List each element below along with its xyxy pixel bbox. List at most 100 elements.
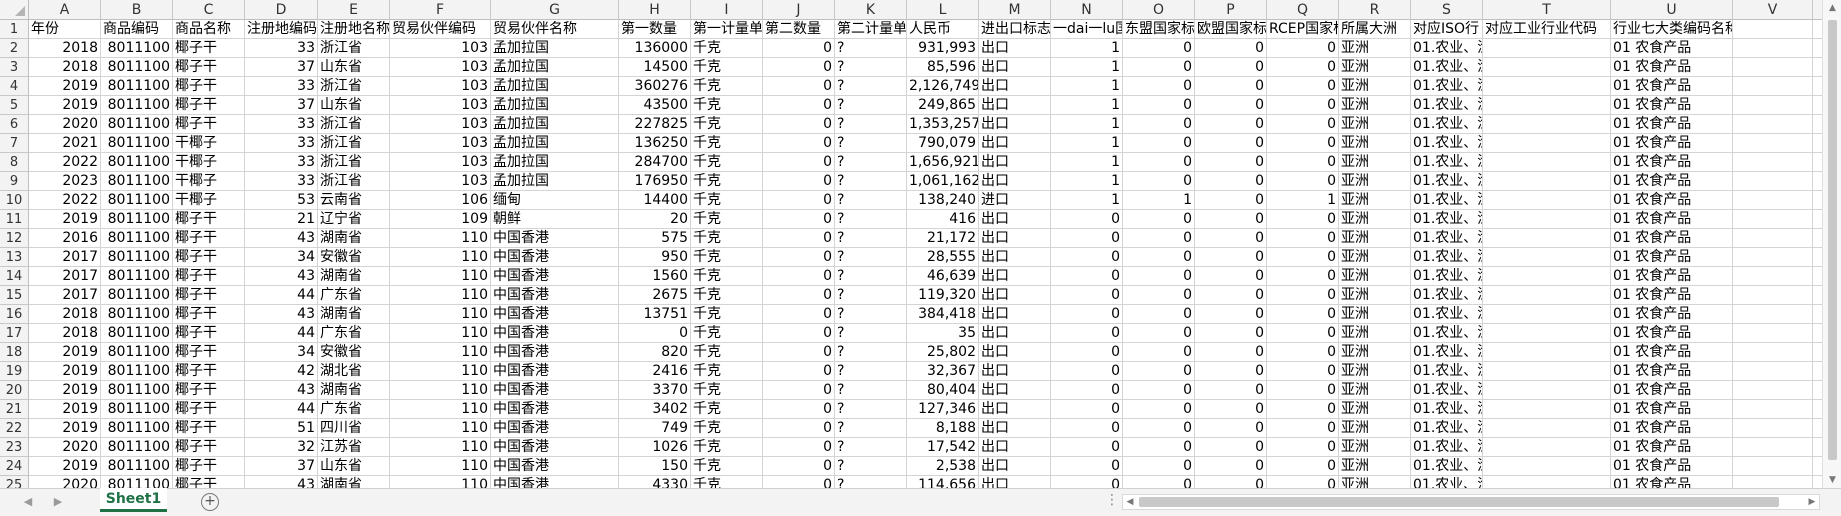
table-cell[interactable]: 2020 <box>29 438 101 457</box>
table-cell[interactable]: 0 <box>1195 191 1267 210</box>
table-cell[interactable]: 出口 <box>979 381 1051 400</box>
table-cell[interactable]: 0 <box>763 324 835 343</box>
table-cell[interactable]: 0 <box>1051 381 1123 400</box>
table-cell[interactable]: 椰子干 <box>173 39 245 58</box>
table-cell[interactable]: 亚洲 <box>1339 172 1411 191</box>
table-cell[interactable]: 出口 <box>979 438 1051 457</box>
table-cell[interactable] <box>1483 77 1611 96</box>
table-cell[interactable]: ? <box>835 400 907 419</box>
table-cell[interactable]: 孟加拉国 <box>491 134 619 153</box>
table-cell[interactable]: 椰子干 <box>173 305 245 324</box>
table-cell[interactable]: 790,079 <box>907 134 979 153</box>
table-cell[interactable]: 0 <box>1051 400 1123 419</box>
table-cell[interactable]: ? <box>835 305 907 324</box>
table-cell[interactable]: 江苏省 <box>318 438 390 457</box>
row-header[interactable]: 17 <box>0 324 29 343</box>
table-cell[interactable]: 0 <box>1123 248 1195 267</box>
table-cell[interactable] <box>1733 96 1813 115</box>
table-cell[interactable]: 01.农业、渔业 <box>1411 419 1483 438</box>
table-cell[interactable]: 35 <box>907 324 979 343</box>
table-cell[interactable]: 28,555 <box>907 248 979 267</box>
table-cell[interactable]: 0 <box>1195 286 1267 305</box>
table-cell[interactable]: 01.农业、渔业 <box>1411 191 1483 210</box>
table-cell[interactable]: 110 <box>390 362 491 381</box>
table-cell[interactable]: 2017 <box>29 248 101 267</box>
table-cell[interactable]: 284700 <box>619 153 691 172</box>
table-cell[interactable]: 千克 <box>691 324 763 343</box>
table-cell[interactable]: 01.农业、渔业 <box>1411 381 1483 400</box>
table-cell[interactable]: ? <box>835 153 907 172</box>
horizontal-scroll-thumb[interactable] <box>1139 497 1779 507</box>
table-cell[interactable]: 1 <box>1051 191 1123 210</box>
table-cell[interactable]: 2019 <box>29 362 101 381</box>
table-cell[interactable] <box>1483 172 1611 191</box>
table-cell[interactable]: 33 <box>245 39 318 58</box>
table-cell[interactable]: 椰子干 <box>173 457 245 476</box>
table-cell[interactable]: 0 <box>1123 419 1195 438</box>
table-cell[interactable]: 1 <box>1051 172 1123 191</box>
table-cell[interactable]: 千克 <box>691 286 763 305</box>
table-cell[interactable]: 干椰子 <box>173 172 245 191</box>
table-cell[interactable] <box>1733 229 1813 248</box>
table-cell[interactable]: 0 <box>763 39 835 58</box>
table-cell[interactable]: 0 <box>1267 153 1339 172</box>
table-cell[interactable]: 孟加拉国 <box>491 39 619 58</box>
table-cell[interactable]: 2416 <box>619 362 691 381</box>
add-sheet-icon[interactable]: + <box>201 493 219 511</box>
table-cell[interactable]: 2022 <box>29 153 101 172</box>
table-cell[interactable]: ? <box>835 267 907 286</box>
table-cell[interactable]: 01 农食产品 <box>1611 115 1733 134</box>
table-cell[interactable]: 中国香港 <box>491 381 619 400</box>
table-cell[interactable]: 0 <box>1195 324 1267 343</box>
table-cell[interactable]: 176950 <box>619 172 691 191</box>
table-cell[interactable]: 中国香港 <box>491 400 619 419</box>
table-cell[interactable]: 103 <box>390 153 491 172</box>
row-header[interactable]: 20 <box>0 381 29 400</box>
table-cell[interactable]: 33 <box>245 77 318 96</box>
table-cell[interactable]: 亚洲 <box>1339 286 1411 305</box>
column-header-c[interactable]: C <box>173 0 245 20</box>
table-cell[interactable]: 0 <box>1195 77 1267 96</box>
table-cell[interactable]: 01.农业、渔业 <box>1411 172 1483 191</box>
header-cell[interactable]: 对应ISO行 <box>1411 20 1483 39</box>
table-cell[interactable]: ? <box>835 39 907 58</box>
table-cell[interactable]: 0 <box>1051 457 1123 476</box>
header-cell[interactable]: 注册地名称 <box>318 20 390 39</box>
table-cell[interactable]: 01 农食产品 <box>1611 229 1733 248</box>
column-header-u[interactable]: U <box>1611 0 1733 20</box>
table-cell[interactable]: 0 <box>1267 248 1339 267</box>
table-cell[interactable]: 8011100 <box>101 286 173 305</box>
column-header-l[interactable]: L <box>907 0 979 20</box>
column-header-o[interactable]: O <box>1123 0 1195 20</box>
table-cell[interactable]: 110 <box>390 286 491 305</box>
table-cell[interactable]: 01.农业、渔业 <box>1411 39 1483 58</box>
table-cell[interactable]: 2019 <box>29 77 101 96</box>
row-header[interactable]: 15 <box>0 286 29 305</box>
header-cell[interactable]: 贸易伙伴编码 <box>390 20 491 39</box>
table-cell[interactable]: 8,188 <box>907 419 979 438</box>
table-cell[interactable]: 01.农业、渔业 <box>1411 248 1483 267</box>
table-cell[interactable]: 椰子干 <box>173 58 245 77</box>
table-cell[interactable]: 0 <box>1195 343 1267 362</box>
table-cell[interactable]: ? <box>835 343 907 362</box>
row-header[interactable]: 22 <box>0 419 29 438</box>
column-header-s[interactable]: S <box>1411 0 1483 20</box>
table-cell[interactable] <box>1733 115 1813 134</box>
row-header[interactable]: 2 <box>0 39 29 58</box>
table-cell[interactable]: 44 <box>245 324 318 343</box>
table-cell[interactable]: 广东省 <box>318 400 390 419</box>
scroll-right-icon[interactable]: ▶ <box>1805 495 1819 509</box>
table-cell[interactable] <box>1733 172 1813 191</box>
row-header[interactable]: 16 <box>0 305 29 324</box>
table-cell[interactable]: 0 <box>1195 419 1267 438</box>
table-cell[interactable]: 千克 <box>691 305 763 324</box>
table-cell[interactable]: 2019 <box>29 210 101 229</box>
table-cell[interactable] <box>1733 305 1813 324</box>
table-cell[interactable]: ? <box>835 419 907 438</box>
table-cell[interactable]: 0 <box>1123 210 1195 229</box>
table-cell[interactable]: 孟加拉国 <box>491 58 619 77</box>
table-cell[interactable]: 孟加拉国 <box>491 153 619 172</box>
row-header[interactable]: 21 <box>0 400 29 419</box>
table-cell[interactable]: 0 <box>1195 210 1267 229</box>
table-cell[interactable]: 01 农食产品 <box>1611 419 1733 438</box>
